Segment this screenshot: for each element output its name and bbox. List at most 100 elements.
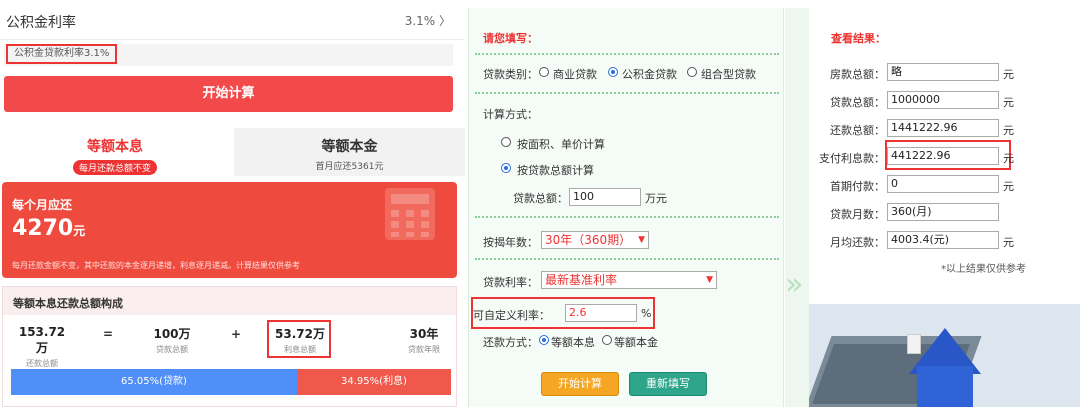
results-panel: 查看结果： 房款总额： 略 元 贷款总额： 1000000 元 还款总额： 14… (809, 8, 1080, 407)
radio-by-area[interactable] (501, 137, 511, 147)
divider (475, 53, 779, 55)
calc-method-label: 计算方式： (483, 108, 538, 121)
cell-value: 53.72万 (275, 327, 325, 341)
loan-total-field[interactable]: 1000000 (887, 91, 999, 109)
cell-label: 还款总额 (26, 359, 58, 368)
loan-total-input[interactable]: 100 (569, 188, 641, 206)
result-unit: 元 (1003, 96, 1014, 109)
calculator-icon (385, 188, 435, 240)
loan-total-cell: 100万 贷款总额 (143, 325, 201, 355)
tab-label: 等额本息 (87, 139, 143, 155)
tab-sub: 每月还款总额不变 (72, 160, 157, 175)
result-label: 支付利息款： (819, 152, 885, 165)
house-calculator-photo (809, 304, 1080, 407)
composition-title: 等额本息还款总额构成 (3, 287, 456, 315)
composition-section: 等额本息还款总额构成 153.72万 还款总额 = 100万 贷款总额 + 53… (2, 286, 457, 407)
tab-equal-installment[interactable]: 等额本息 每月还款总额不变 (0, 128, 230, 176)
result-label: 贷款月数： (830, 208, 885, 221)
cell-value: 153.72万 (18, 325, 66, 355)
repay-method-label: 还款方式： (483, 336, 538, 349)
radio-by-area-label: 按面积、单价计算 (517, 138, 605, 151)
result-label: 贷款总额： (830, 96, 885, 109)
custom-rate-unit: % (641, 307, 652, 320)
interest-total-cell: 53.72万 利息总额 (271, 325, 329, 355)
years-label: 按揭年数： (483, 236, 538, 249)
radio-commercial-label: 商业贷款 (553, 68, 597, 81)
form-reset-button[interactable]: 重新填写 (629, 372, 707, 396)
result-unit: 元 (1003, 124, 1014, 137)
monthly-avg-field[interactable]: 4003.4(元) (887, 231, 999, 249)
rate-label: 贷款利率： (483, 276, 538, 289)
loan-months-field[interactable]: 360(月) (887, 203, 999, 221)
radio-equal-principal-label: 等额本金 (614, 336, 658, 349)
principal-share-bar: 65.05%(贷款) (11, 369, 297, 395)
radio-by-total[interactable] (501, 163, 511, 173)
loan-years-cell: 30年 贷款年限 (395, 325, 453, 355)
mobile-calculator-panel: 公积金利率 3.1% 〉 公积金贷款利率3.1% 开始计算 等额本息 每月还款总… (0, 0, 465, 407)
custom-rate-input[interactable]: 2.6 (565, 304, 637, 322)
radio-equal-installment[interactable] (539, 335, 549, 345)
screenshot-root: 公积金利率 3.1% 〉 公积金贷款利率3.1% 开始计算 等额本息 每月还款总… (0, 0, 1080, 407)
radio-combined[interactable] (687, 67, 697, 77)
cell-value: 100万 (153, 327, 191, 341)
monthly-amount-unit: 元 (73, 224, 86, 238)
radio-by-total-label: 按贷款总额计算 (517, 164, 594, 177)
divider (475, 216, 779, 218)
start-calc-button[interactable]: 开始计算 (4, 76, 453, 112)
loan-total-label: 贷款总额： (513, 192, 568, 205)
rate-title: 公积金利率 (6, 15, 76, 31)
rate-note: 公积金贷款利率3.1% (6, 44, 118, 64)
monthly-label: 每个月应还 (12, 198, 73, 212)
loan-total-unit: 万元 (645, 192, 667, 205)
arrow-separator: » (785, 8, 809, 407)
chevron-down-icon: ▼ (706, 275, 713, 285)
results-title: 查看结果： (831, 32, 886, 45)
plus-sign: + (231, 327, 242, 341)
cell-label: 贷款年限 (408, 345, 440, 354)
tab-equal-principal[interactable]: 等额本金 首月应还5361元 (234, 128, 465, 176)
total-repayment-cell: 153.72万 还款总额 (13, 325, 71, 369)
radio-provident-label: 公积金贷款 (622, 68, 677, 81)
result-label: 房款总额： (830, 68, 885, 81)
result-unit: 元 (1003, 180, 1014, 193)
radio-provident[interactable] (608, 67, 618, 77)
loan-type-label: 贷款类别： (483, 68, 538, 81)
result-label: 还款总额： (830, 124, 885, 137)
tab-sub: 首月应还5361元 (315, 162, 384, 172)
chevron-down-icon: ▼ (638, 235, 645, 245)
divider (475, 92, 779, 94)
input-form-panel: 请您填写： 贷款类别： 商业贷款 公积金贷款 组合型贷款 计算方式： 按面积、单… (468, 8, 784, 407)
radio-combined-label: 组合型贷款 (701, 68, 756, 81)
radio-equal-installment-label: 等额本息 (551, 336, 595, 349)
house-total-field[interactable]: 略 (887, 63, 999, 81)
years-select[interactable]: 30年（360期） ▼ (541, 231, 649, 249)
radio-commercial[interactable] (539, 67, 549, 77)
divider (475, 258, 779, 260)
rate-note-bar: 公积金贷款利率3.1% (4, 44, 453, 66)
radio-equal-principal[interactable] (602, 335, 612, 345)
cell-value: 30年 (409, 327, 439, 341)
result-unit: 元 (1003, 236, 1014, 249)
tab-label: 等额本金 (321, 139, 378, 155)
rate-select[interactable]: 最新基准利率 ▼ (541, 271, 717, 289)
rate-select-value: 最新基准利率 (545, 273, 618, 287)
chevron-right-icon: » (785, 267, 804, 302)
form-start-button[interactable]: 开始计算 (541, 372, 619, 396)
result-unit: 元 (1003, 152, 1014, 165)
interest-share-bar: 34.95%(利息) (297, 369, 451, 395)
rate-row[interactable]: 公积金利率 3.1% 〉 (0, 0, 465, 40)
monthly-payment-card: 每个月应还 4270元 每月还款金额不变，其中还款的本金逐月递增，利息逐月递减。… (2, 182, 457, 278)
cell-label: 利息总额 (284, 345, 316, 354)
interest-paid-field[interactable]: 441222.96 (887, 147, 999, 165)
result-label: 首期付款： (830, 180, 885, 193)
custom-rate-label: 可自定义利率： (473, 309, 550, 322)
rate-value[interactable]: 3.1% 〉 (405, 12, 451, 29)
result-label: 月均还款： (830, 236, 885, 249)
results-note: *以上结果仅供参考 (941, 264, 1026, 275)
repayment-total-field[interactable]: 1441222.96 (887, 119, 999, 137)
monthly-amount: 4270元 (12, 216, 85, 241)
monthly-note: 每月还款金额不变，其中还款的本金逐月递增，利息逐月递减。计算结果仅供参考 (12, 261, 300, 270)
down-payment-field[interactable]: 0 (887, 175, 999, 193)
monthly-amount-value: 4270 (12, 216, 74, 241)
form-title: 请您填写： (483, 32, 538, 45)
